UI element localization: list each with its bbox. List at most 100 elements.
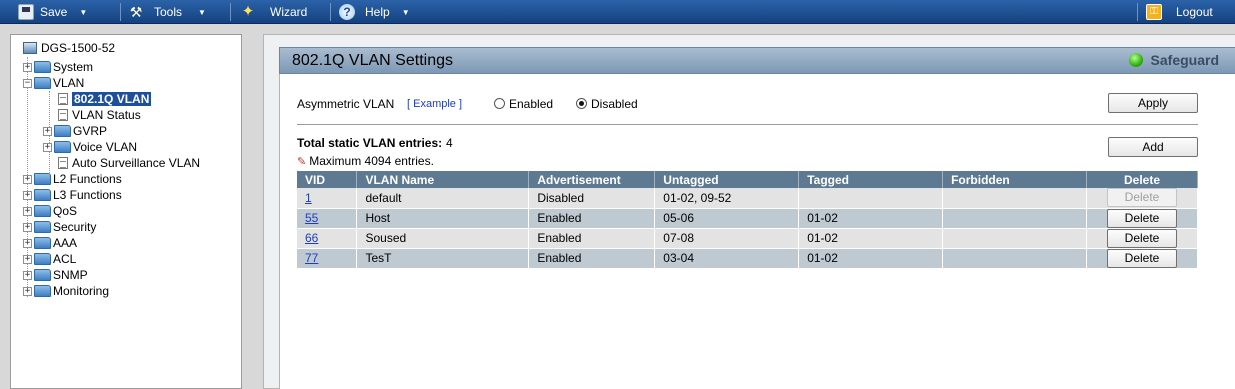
expand-icon[interactable]: + <box>43 142 52 152</box>
logout-label: Logout <box>1176 5 1213 19</box>
tagged-cell: 01-02 <box>798 228 944 249</box>
expand-icon[interactable]: + <box>23 238 32 248</box>
tagged-cell <box>798 188 944 209</box>
page-title-bar: 802.1Q VLAN Settings Safeguard <box>279 47 1235 74</box>
advertisement-cell: Enabled <box>528 228 656 249</box>
expand-icon[interactable]: + <box>23 286 32 296</box>
expand-icon[interactable]: + <box>23 206 32 216</box>
advertisement-cell: Disabled <box>528 188 656 209</box>
apply-button[interactable]: Apply <box>1108 93 1198 113</box>
tree-item-system[interactable]: + System <box>23 59 93 75</box>
delete-button[interactable]: Delete <box>1107 228 1177 248</box>
delete-button[interactable]: Delete <box>1107 208 1177 228</box>
tagged-cell: 01-02 <box>798 208 944 229</box>
pencil-icon: ✎ <box>297 156 307 168</box>
tree-item-8021q-vlan[interactable]: 802.1Q VLAN <box>58 91 152 107</box>
table-header-row: VID VLAN Name Advertisement Untagged Tag… <box>297 171 1198 188</box>
tree-item-monitoring[interactable]: + Monitoring <box>23 283 109 299</box>
column-header-forbidden: Forbidden <box>942 171 1087 188</box>
collapse-icon[interactable]: − <box>23 78 32 88</box>
vid-link[interactable]: 55 <box>305 211 318 225</box>
vlan-name-cell: TesT <box>356 248 530 269</box>
tree-item-l3-functions[interactable]: + L3 Functions <box>23 187 122 203</box>
vid-link[interactable]: 1 <box>305 191 312 205</box>
section-divider <box>297 124 1198 126</box>
tree-item-label: Auto Surveillance VLAN <box>72 156 201 170</box>
folder-icon <box>54 141 71 153</box>
table-row: 66 Soused Enabled 07-08 01-02 Delete <box>297 228 1198 249</box>
tree-item-aaa[interactable]: + AAA <box>23 235 77 251</box>
tree-item-voice-vlan[interactable]: + Voice VLAN <box>43 139 137 155</box>
help-icon: ? <box>339 4 355 20</box>
forbidden-cell <box>942 248 1087 269</box>
folder-icon <box>34 237 51 249</box>
tree-item-label: Monitoring <box>53 284 110 298</box>
tools-menu[interactable]: ⚒ Tools ▼ <box>128 0 206 24</box>
vlan-name-cell: Host <box>356 208 530 229</box>
asym-disabled-option[interactable]: Disabled <box>576 97 638 111</box>
tools-menu-label: Tools <box>154 5 183 19</box>
table-row: 77 TesT Enabled 03-04 01-02 Delete <box>297 248 1198 269</box>
tree-item-qos[interactable]: + QoS <box>23 203 77 219</box>
wizard-menu[interactable]: ✦ Wizard <box>240 0 308 24</box>
total-entries-label: Total static VLAN entries: <box>297 136 443 150</box>
tree-item-snmp[interactable]: + SNMP <box>23 267 88 283</box>
tree-item-l2-functions[interactable]: + L2 Functions <box>23 171 122 187</box>
tree-item-label: AAA <box>53 236 78 250</box>
asym-enabled-option[interactable]: Enabled <box>494 97 553 111</box>
page-title: 802.1Q VLAN Settings <box>292 52 453 69</box>
expand-icon[interactable]: + <box>23 270 32 280</box>
tree-item-vlan-status[interactable]: VLAN Status <box>58 107 141 123</box>
tree-item-label: ACL <box>53 252 77 266</box>
radio-enabled[interactable] <box>494 98 505 109</box>
save-menu[interactable]: Save ▼ <box>18 0 87 24</box>
max-entries-text: Maximum 4094 entries. <box>309 154 434 168</box>
expand-icon[interactable]: + <box>23 174 32 184</box>
radio-disabled-selected[interactable] <box>576 98 587 109</box>
tree-item-auto-surveillance-vlan[interactable]: Auto Surveillance VLAN <box>58 155 200 171</box>
help-menu-label: Help <box>365 5 390 19</box>
folder-icon <box>34 253 51 265</box>
help-menu[interactable]: ? Help ▼ <box>339 0 410 24</box>
advertisement-cell: Enabled <box>528 248 656 269</box>
tree-item-security[interactable]: + Security <box>23 219 96 235</box>
tools-icon: ⚒ <box>129 4 143 20</box>
expand-icon[interactable]: + <box>23 190 32 200</box>
column-header-vid: VID <box>297 171 358 188</box>
tree-item-vlan[interactable]: − VLAN <box>23 75 84 91</box>
logout-button[interactable]: ⚿ Logout <box>1146 0 1213 24</box>
add-button[interactable]: Add <box>1108 137 1198 157</box>
vid-link[interactable]: 77 <box>305 251 318 265</box>
page-icon <box>58 93 68 105</box>
asymmetric-vlan-label: Asymmetric VLAN <box>297 97 395 111</box>
delete-button-disabled: Delete <box>1107 188 1177 208</box>
forbidden-cell <box>942 208 1087 229</box>
folder-icon <box>54 125 71 137</box>
save-icon <box>18 4 34 20</box>
tree-item-label: System <box>53 60 94 74</box>
tree-root[interactable]: DGS-1500-52 <box>23 40 115 56</box>
wizard-wand-icon: ✦ <box>241 3 255 20</box>
tree-item-gvrp[interactable]: + GVRP <box>43 123 107 139</box>
expand-icon[interactable]: + <box>43 126 52 136</box>
tree-item-label: Security <box>53 220 97 234</box>
expand-icon[interactable]: + <box>23 254 32 264</box>
top-toolbar: Save ▼ ⚒ Tools ▼ ✦ Wizard ? Help ▼ ⚿ Log… <box>0 0 1235 24</box>
status-led-icon <box>1128 53 1143 67</box>
folder-icon <box>34 61 51 73</box>
expand-icon[interactable]: + <box>23 222 32 232</box>
wizard-menu-label: Wizard <box>270 5 308 19</box>
logout-icon: ⚿ <box>1146 4 1162 20</box>
tree-item-acl[interactable]: + ACL <box>23 251 76 267</box>
column-header-tagged: Tagged <box>798 171 944 188</box>
delete-button[interactable]: Delete <box>1107 248 1177 268</box>
example-link[interactable]: [ Example ] <box>407 98 462 110</box>
radio-disabled-label: Disabled <box>591 97 638 111</box>
switch-device-icon <box>23 42 37 54</box>
vid-link[interactable]: 66 <box>305 231 318 245</box>
forbidden-cell <box>942 188 1087 209</box>
folder-icon <box>34 189 51 201</box>
toolbar-divider <box>230 3 231 21</box>
tree-item-label: SNMP <box>53 268 88 282</box>
expand-icon[interactable]: + <box>23 62 32 72</box>
